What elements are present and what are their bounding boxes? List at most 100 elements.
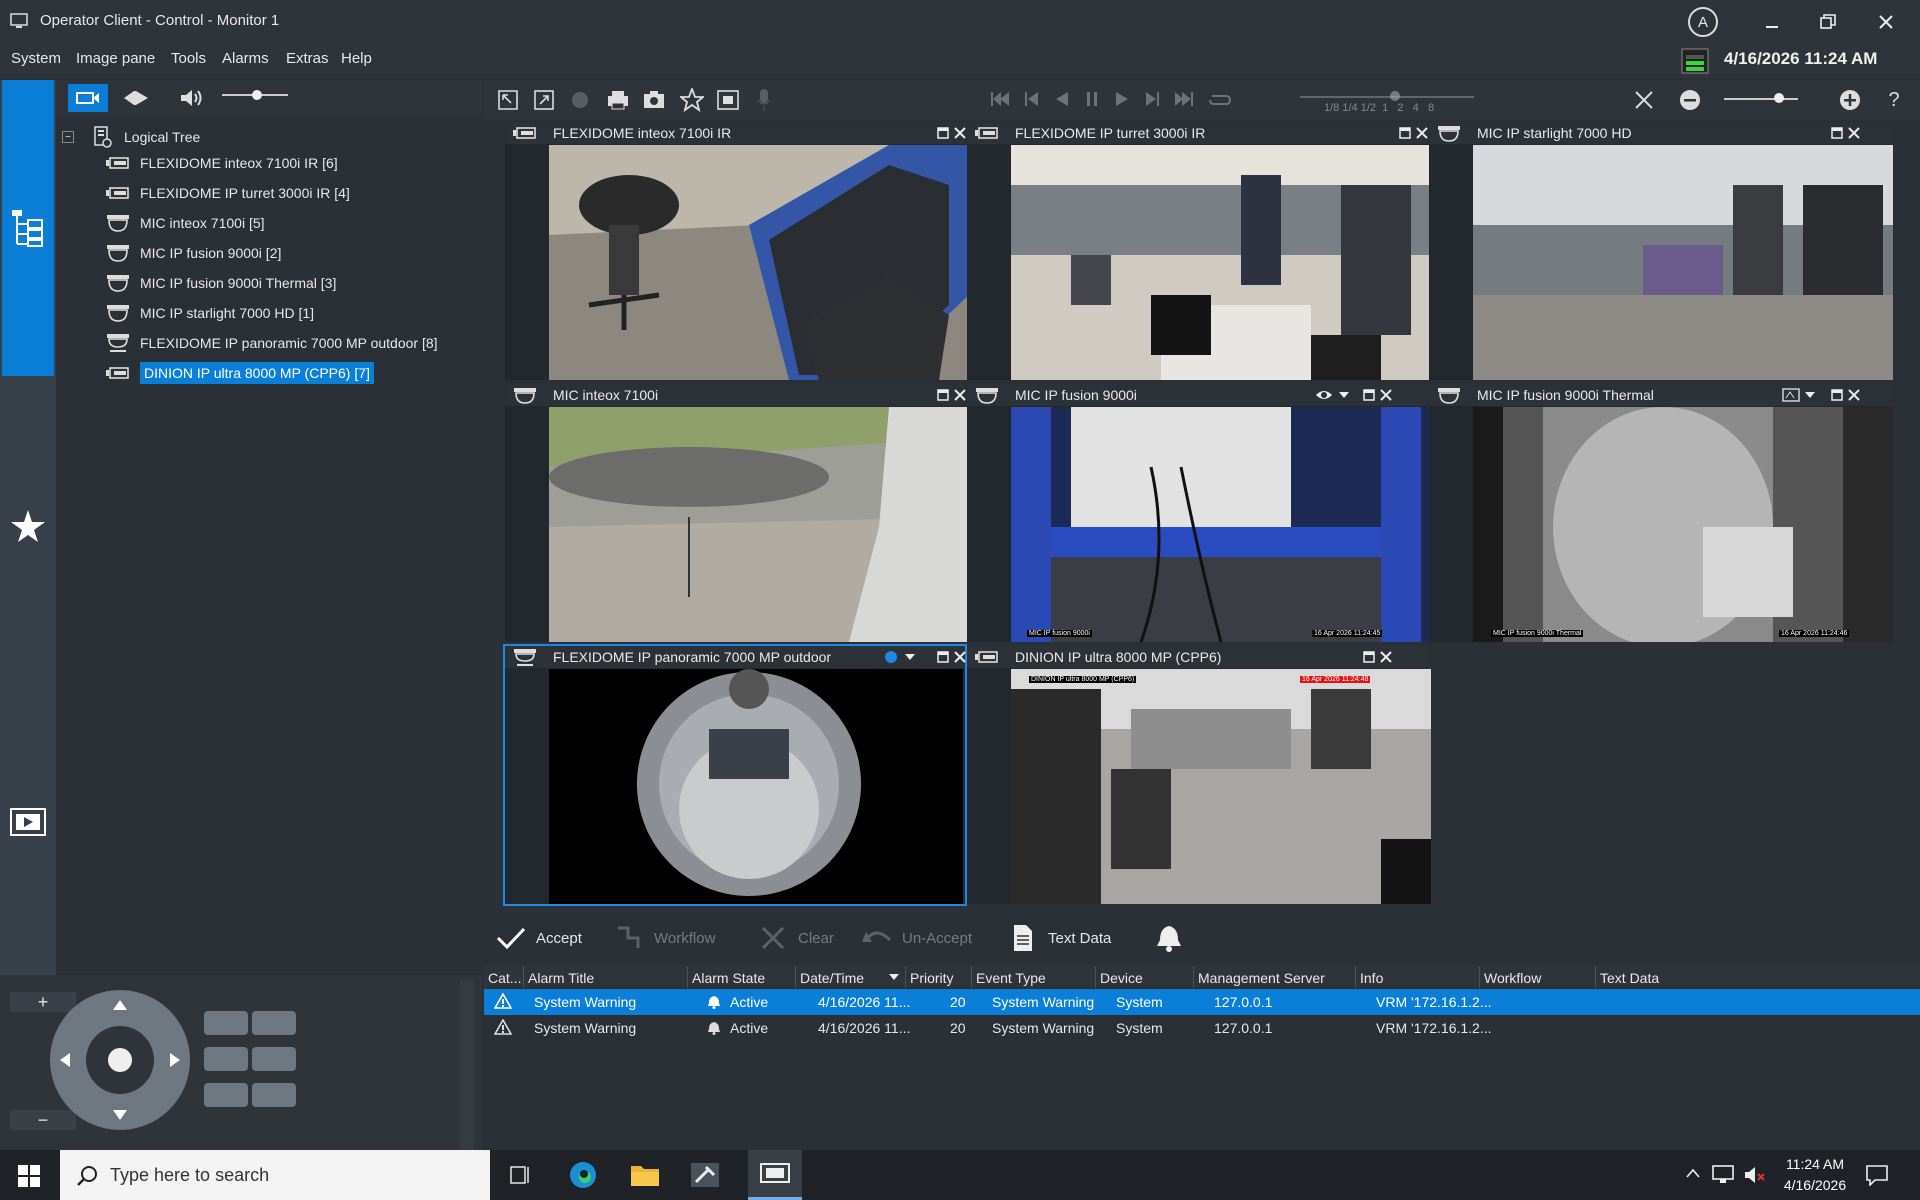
image-pane[interactable]: DINION IP ultra 8000 MP (CPP6) DINION IP… <box>967 646 1431 904</box>
menu-help[interactable]: Help <box>341 50 372 67</box>
pane-maximize-icon[interactable] <box>937 389 949 401</box>
pane-maximize-icon[interactable] <box>937 651 949 663</box>
live-mode-button[interactable] <box>68 84 108 112</box>
menu-tools[interactable]: Tools <box>171 50 206 67</box>
pane-close-icon[interactable] <box>954 651 966 663</box>
edge-browser-icon[interactable] <box>568 1160 598 1190</box>
notifications-icon[interactable] <box>1866 1164 1888 1186</box>
tab-favorites[interactable] <box>2 380 54 672</box>
image-pane-active[interactable]: FLEXIDOME IP panoramic 7000 MP outdoor <box>503 644 967 906</box>
tree-item-selected[interactable]: DINION IP ultra 8000 MP (CPP6) [7] <box>104 360 438 386</box>
focus-near-button[interactable] <box>204 1011 248 1035</box>
pane-close-icon[interactable] <box>1380 651 1392 663</box>
taskbar-search-box[interactable]: Type here to search <box>60 1150 490 1200</box>
fullscreen-icon[interactable] <box>494 86 522 114</box>
col-event-type[interactable]: Event Type <box>972 966 1096 988</box>
ptz-right-arrow[interactable] <box>170 1053 180 1067</box>
menu-extras[interactable]: Extras <box>286 50 329 67</box>
fewer-panes-icon[interactable] <box>1676 86 1704 114</box>
task-view-icon[interactable] <box>510 1164 532 1186</box>
col-alarm-title[interactable]: Alarm Title <box>524 966 688 988</box>
taskbar-clock[interactable]: 11:24 AM <box>1780 1156 1850 1172</box>
bookmark-icon[interactable] <box>714 86 742 114</box>
playback-mode-button[interactable] <box>122 86 150 110</box>
pane-maximize-icon[interactable] <box>1363 651 1375 663</box>
ptz-scrollbar[interactable] <box>460 980 474 1150</box>
alarm-row-selected[interactable]: System Warning Active 4/16/2026 11... 20… <box>484 989 1920 1015</box>
menu-system[interactable]: System <box>11 50 61 67</box>
col-device[interactable]: Device <box>1096 966 1194 988</box>
pane-maximize-icon[interactable] <box>937 127 949 139</box>
image-pane[interactable]: MIC IP starlight 7000 HD <box>1429 122 1893 380</box>
ptz-left-arrow[interactable] <box>60 1053 70 1067</box>
pane-count-slider[interactable] <box>1724 98 1798 100</box>
restore-button[interactable] <box>1800 0 1856 44</box>
file-explorer-icon[interactable] <box>630 1162 660 1188</box>
pane-close-icon[interactable] <box>954 389 966 401</box>
network-icon[interactable] <box>1712 1165 1734 1185</box>
print-icon[interactable] <box>604 86 632 114</box>
tree-item[interactable]: MIC IP fusion 9000i Thermal [3] <box>104 270 438 296</box>
image-pane[interactable]: MIC IP fusion 9000i Thermal MIC IP fusio… <box>1429 384 1893 642</box>
collapse-toggle[interactable]: − <box>62 131 74 143</box>
col-workflow[interactable]: Workflow <box>1480 966 1596 988</box>
col-category[interactable]: Cat... <box>484 966 524 988</box>
col-datetime[interactable]: Date/Time <box>796 966 906 988</box>
pane-maximize-icon[interactable] <box>1399 127 1411 139</box>
alarm-row[interactable]: System Warning Active 4/16/2026 11... 20… <box>484 1015 1920 1041</box>
zoom-out-button[interactable]: − <box>10 1110 76 1130</box>
image-pane[interactable]: MIC IP fusion 9000i MIC IP fusion 9000i … <box>967 384 1431 642</box>
tree-item[interactable]: FLEXIDOME IP turret 3000i IR [4] <box>104 180 438 206</box>
preset-button[interactable] <box>204 1083 248 1107</box>
chevron-down-icon[interactable] <box>1805 392 1815 398</box>
ptz-center-button[interactable] <box>108 1048 132 1072</box>
col-alarm-state[interactable]: Alarm State <box>688 966 796 988</box>
pane-close-icon[interactable] <box>1380 389 1392 401</box>
chevron-down-icon[interactable] <box>1339 392 1349 398</box>
volume-slider-thumb[interactable] <box>252 90 262 100</box>
favorite-star-icon[interactable] <box>678 86 706 114</box>
pane-count-slider-thumb[interactable] <box>1774 93 1784 103</box>
pane-close-icon[interactable] <box>954 127 966 139</box>
tree-item[interactable]: FLEXIDOME inteox 7100i IR [6] <box>104 150 438 176</box>
image-pane[interactable]: MIC inteox 7100i <box>505 384 969 642</box>
pane-maximize-icon[interactable] <box>1831 389 1843 401</box>
windows-start-icon[interactable] <box>18 1165 40 1187</box>
tab-bookmarks[interactable] <box>2 676 54 968</box>
speaker-icon[interactable] <box>178 86 206 110</box>
col-priority[interactable]: Priority <box>906 966 972 988</box>
volume-muted-icon[interactable] <box>1744 1165 1766 1185</box>
tree-root-row[interactable]: − Logical Tree <box>62 124 200 150</box>
eye-icon[interactable] <box>1315 388 1333 402</box>
col-info[interactable]: Info <box>1356 966 1480 988</box>
alarm-sound-button[interactable] <box>1156 924 1182 952</box>
menu-image-pane[interactable]: Image pane <box>76 50 155 67</box>
thermal-palette-icon[interactable] <box>1782 388 1800 402</box>
aux-button[interactable] <box>252 1083 296 1107</box>
maximize-pane-icon[interactable] <box>530 86 558 114</box>
pane-maximize-icon[interactable] <box>1363 389 1375 401</box>
zoom-in-button[interactable]: + <box>10 992 76 1012</box>
focus-far-button[interactable] <box>252 1011 296 1035</box>
tree-item[interactable]: MIC IP fusion 9000i [2] <box>104 240 438 266</box>
iris-open-button[interactable] <box>204 1047 248 1071</box>
operator-client-taskbar-button[interactable] <box>748 1150 802 1200</box>
more-panes-icon[interactable] <box>1836 86 1864 114</box>
image-pane[interactable]: FLEXIDOME IP turret 3000i IR <box>967 122 1431 380</box>
pane-close-icon[interactable] <box>1416 127 1428 139</box>
pane-close-icon[interactable] <box>1848 127 1860 139</box>
chevron-down-icon[interactable] <box>905 654 915 660</box>
user-avatar[interactable]: A <box>1688 7 1718 37</box>
col-text-data[interactable]: Text Data <box>1596 966 1920 988</box>
chevron-up-icon[interactable] <box>1686 1168 1700 1178</box>
accept-button[interactable]: Accept <box>496 924 582 952</box>
tree-item[interactable]: MIC inteox 7100i [5] <box>104 210 438 236</box>
text-data-button[interactable]: Text Data <box>1012 924 1111 952</box>
close-all-panes-icon[interactable] <box>1630 86 1658 114</box>
ptz-down-arrow[interactable] <box>113 1110 127 1120</box>
tab-logical-tree[interactable] <box>2 80 54 376</box>
col-management-server[interactable]: Management Server <box>1194 966 1356 988</box>
image-pane[interactable]: FLEXIDOME inteox 7100i IR <box>505 122 969 380</box>
ptz-joystick[interactable] <box>50 990 190 1130</box>
pane-maximize-icon[interactable] <box>1831 127 1843 139</box>
